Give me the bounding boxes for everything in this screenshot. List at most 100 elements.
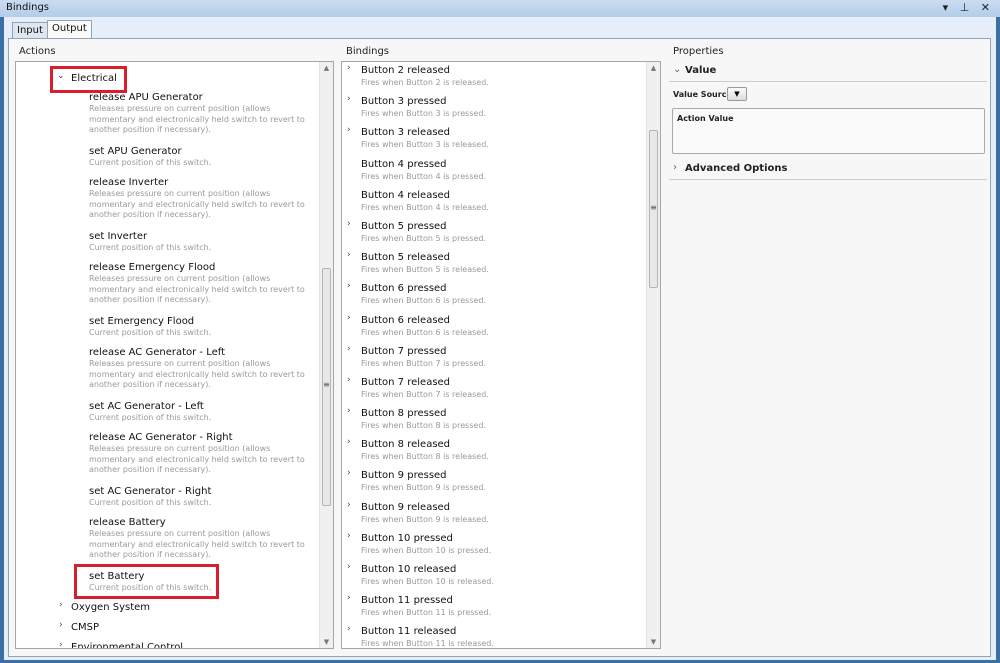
binding-title: Button 5 released bbox=[361, 252, 451, 264]
properties-header: Properties bbox=[673, 46, 724, 57]
chevron-right-icon: › bbox=[673, 162, 677, 173]
chevron-right-icon[interactable]: › bbox=[347, 500, 351, 510]
chevron-right-icon[interactable]: › bbox=[347, 406, 351, 416]
scroll-down-icon[interactable]: ▼ bbox=[320, 638, 333, 646]
action-description: Current position of this switch. bbox=[89, 498, 212, 507]
binding-item[interactable]: › Button 3 released Fires when Button 3 is… bbox=[342, 125, 647, 157]
action-title: set Inverter bbox=[89, 231, 148, 242]
binding-item[interactable]: › Button 7 pressed Fires when Button 7 is … bbox=[342, 344, 647, 376]
scroll-down-icon[interactable]: ▼ bbox=[647, 638, 660, 646]
binding-item[interactable]: › Button 7 released Fires when Button 7 is… bbox=[342, 375, 647, 407]
binding-item[interactable]: › Button 11 pressed Fires when Button 11 i… bbox=[342, 593, 647, 625]
action-description: Releases pressure on current position (a… bbox=[89, 189, 305, 220]
chevron-right-icon[interactable]: › bbox=[347, 250, 351, 260]
binding-title: Button 8 pressed bbox=[361, 408, 447, 420]
highlight-electrical bbox=[50, 66, 127, 93]
binding-title: Button 4 released bbox=[361, 189, 451, 201]
advanced-options-header[interactable]: › Advanced Options bbox=[669, 159, 987, 180]
action-title: set Emergency Flood bbox=[89, 316, 195, 327]
binding-title: Button 10 pressed bbox=[361, 532, 453, 544]
scroll-up-icon[interactable]: ▲ bbox=[320, 64, 333, 72]
binding-item[interactable]: › Button 5 released Fires when Button 5 is… bbox=[342, 250, 647, 282]
category-item[interactable]: Environmental Control bbox=[71, 642, 183, 648]
binding-title: Button 9 pressed bbox=[361, 470, 447, 482]
chevron-right-icon[interactable]: › bbox=[59, 600, 63, 610]
binding-description: Fires when Button 9 is released. bbox=[361, 514, 489, 524]
chevron-right-icon[interactable]: › bbox=[347, 562, 351, 572]
chevron-right-icon[interactable]: › bbox=[347, 313, 351, 323]
binding-title: Button 2 released bbox=[361, 65, 451, 76]
chevron-right-icon[interactable]: › bbox=[347, 94, 351, 104]
chevron-right-icon[interactable]: › bbox=[59, 640, 63, 648]
action-item[interactable]: release APU Generator Releases pressure o… bbox=[89, 91, 319, 145]
action-description: Releases pressure on current position (a… bbox=[89, 359, 305, 390]
binding-item[interactable]: › Button 6 pressed Fires when Button 6 is … bbox=[342, 281, 647, 313]
category-item[interactable]: CMSP bbox=[71, 622, 99, 633]
chevron-right-icon[interactable]: › bbox=[347, 531, 351, 541]
binding-title: Button 3 pressed bbox=[361, 96, 447, 108]
binding-item[interactable]: › Button 9 pressed Fires when Button 9 is … bbox=[342, 468, 647, 500]
action-item[interactable]: release Battery Releases pressure on curr… bbox=[89, 516, 319, 570]
binding-item[interactable]: › Button 9 released Fires when Button 9 is… bbox=[342, 500, 647, 532]
value-section-header[interactable]: ⌄ Value bbox=[669, 61, 987, 82]
action-item[interactable]: release AC Generator - Left Releases pres… bbox=[89, 346, 319, 400]
tab-output[interactable]: Output bbox=[47, 20, 92, 39]
chevron-right-icon[interactable]: › bbox=[347, 593, 351, 603]
action-title: set AC Generator - Left bbox=[89, 401, 204, 412]
binding-item[interactable]: › Button 3 pressed Fires when Button 3 is … bbox=[342, 94, 647, 126]
value-source-dropdown[interactable]: ▼ bbox=[727, 87, 747, 101]
chevron-right-icon[interactable]: › bbox=[347, 437, 351, 447]
action-item[interactable]: release Emergency Flood Releases pressure… bbox=[89, 261, 319, 315]
chevron-right-icon[interactable]: › bbox=[347, 281, 351, 291]
chevron-right-icon[interactable]: › bbox=[347, 468, 351, 478]
binding-description: Fires when Button 8 is pressed. bbox=[361, 421, 487, 431]
binding-description: Fires when Button 6 is released. bbox=[361, 327, 489, 337]
binding-item[interactable]: › Button 8 pressed Fires when Button 8 is … bbox=[342, 406, 647, 438]
binding-item[interactable]: › Button 10 pressed Fires when Button 10 i… bbox=[342, 531, 647, 563]
chevron-right-icon[interactable]: › bbox=[347, 344, 351, 354]
action-value-box[interactable]: Action Value bbox=[672, 108, 985, 154]
binding-item[interactable]: › Button 2 released Fires when Button 2 is… bbox=[342, 63, 647, 95]
binding-title: Button 7 pressed bbox=[361, 345, 447, 357]
chevron-right-icon[interactable]: › bbox=[347, 375, 351, 385]
binding-item[interactable]: › Button 10 released Fires when Button 10 … bbox=[342, 562, 647, 594]
action-item[interactable]: set APU Generator Current position of thi… bbox=[89, 145, 319, 176]
action-item[interactable]: set AC Generator - Left Current position … bbox=[89, 400, 319, 431]
bindings-scrollbar[interactable]: ▲ ≡ ▼ bbox=[646, 62, 660, 648]
binding-item[interactable]: Button 4 pressed Fires when Button 4 is p… bbox=[342, 158, 647, 189]
action-item[interactable]: release Inverter Releases pressure on cur… bbox=[89, 176, 319, 230]
bindings-list[interactable]: › Button 2 released Fires when Button 2 is… bbox=[341, 61, 661, 649]
action-description: Releases pressure on current position (a… bbox=[89, 104, 305, 135]
chevron-right-icon[interactable]: › bbox=[347, 219, 351, 229]
dropdown-arrow-icon: ▼ bbox=[734, 90, 740, 98]
window-controls[interactable]: ▾ ⊥ ✕ bbox=[943, 1, 994, 14]
action-item[interactable]: set Emergency Flood Current position of t… bbox=[89, 315, 319, 346]
tab-input[interactable]: Input bbox=[12, 22, 48, 39]
binding-description: Fires when Button 6 is pressed. bbox=[361, 296, 487, 306]
binding-title: Button 5 pressed bbox=[361, 220, 447, 232]
chevron-right-icon[interactable]: › bbox=[59, 620, 63, 630]
action-item[interactable]: set Inverter Current position of this swi… bbox=[89, 230, 319, 261]
actions-scrollbar[interactable]: ▲ ≡ ▼ bbox=[319, 62, 333, 648]
binding-item[interactable]: › Button 5 pressed Fires when Button 5 is … bbox=[342, 219, 647, 251]
action-item[interactable]: release AC Generator - Right Releases pre… bbox=[89, 431, 319, 485]
action-item[interactable]: set AC Generator - Right Current position… bbox=[89, 485, 319, 516]
binding-item[interactable]: › Button 11 released Fires when Button 11 … bbox=[342, 624, 647, 648]
grip-icon: ≡ bbox=[650, 203, 657, 212]
actions-tree[interactable]: ⌄ Electrical release APU Generator Releas… bbox=[15, 61, 334, 649]
binding-description: Fires when Button 5 is pressed. bbox=[361, 233, 487, 243]
binding-title: Button 8 released bbox=[361, 439, 451, 451]
output-panel: Actions Bindings Properties ⌄ Electrical… bbox=[8, 38, 991, 657]
binding-item[interactable]: › Button 6 released Fires when Button 6 is… bbox=[342, 313, 647, 345]
window-title: Bindings bbox=[6, 2, 49, 13]
binding-item[interactable]: › Button 8 released Fires when Button 8 is… bbox=[342, 437, 647, 469]
action-description: Current position of this switch. bbox=[89, 158, 212, 167]
chevron-right-icon[interactable]: › bbox=[347, 624, 351, 634]
category-item[interactable]: Oxygen System bbox=[71, 602, 150, 613]
chevron-right-icon[interactable]: › bbox=[347, 125, 351, 135]
binding-item[interactable]: Button 4 released Fires when Button 4 is … bbox=[342, 189, 647, 220]
chevron-right-icon[interactable]: › bbox=[347, 63, 351, 73]
action-description: Releases pressure on current position (a… bbox=[89, 274, 305, 305]
scroll-up-icon[interactable]: ▲ bbox=[647, 64, 660, 72]
binding-description: Fires when Button 5 is released. bbox=[361, 265, 489, 275]
